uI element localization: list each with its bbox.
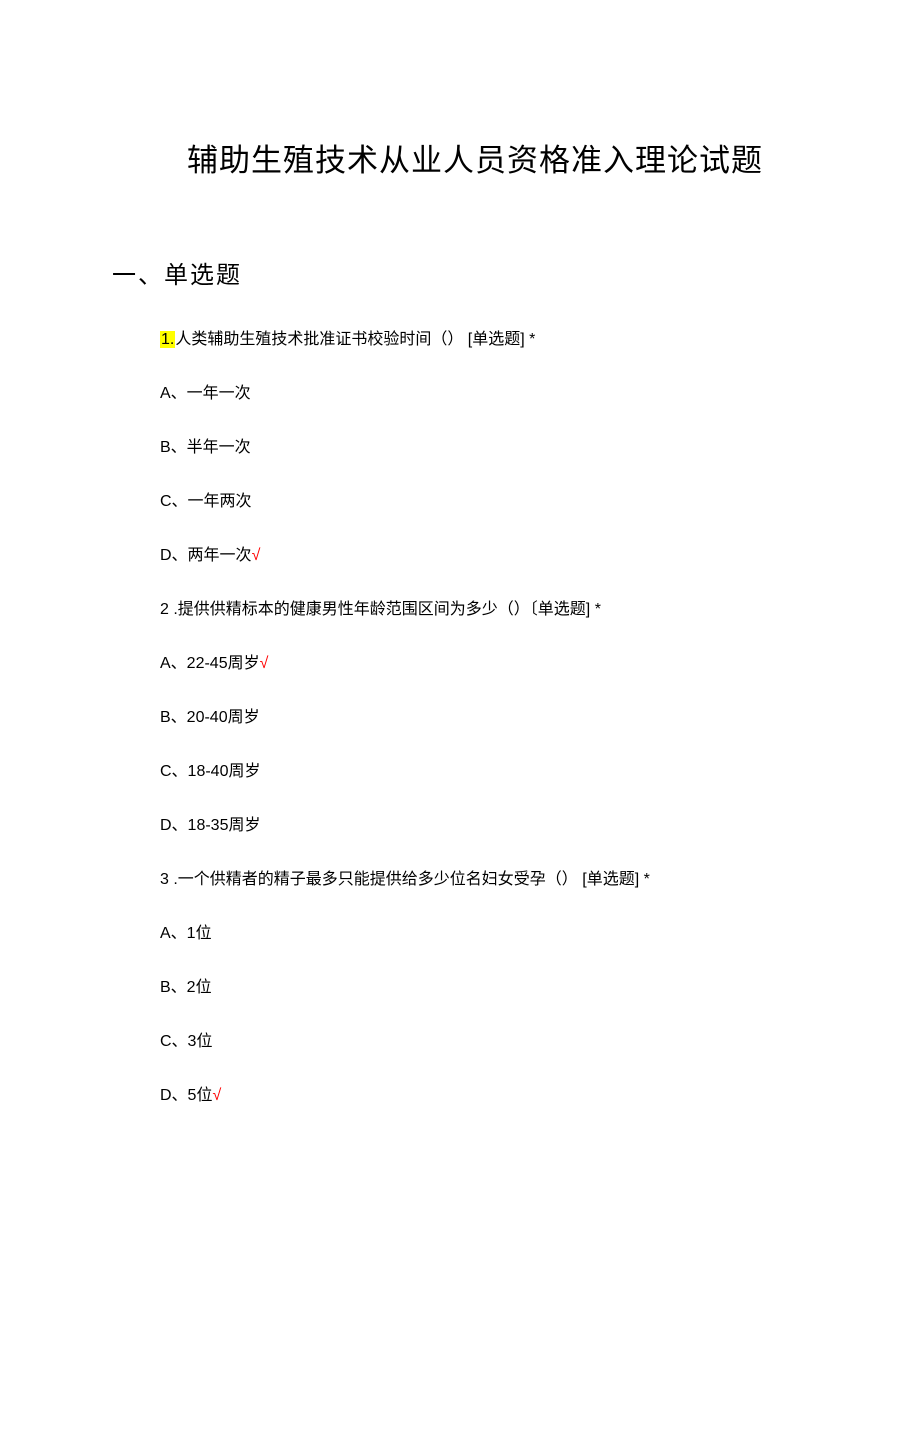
q3-option-d: D、5位√ — [160, 1088, 920, 1104]
q3-option-c: C、3位 — [160, 1034, 920, 1050]
q3-text: .一个供精者的精子最多只能提供给多少位名妇女受孕（） [单选题] * — [169, 871, 650, 888]
q2-number: 2 — [160, 601, 169, 618]
q3-option-b: B、2位 — [160, 980, 920, 996]
q2-option-a-text: A、22-45周岁 — [160, 655, 260, 672]
q2-option-a: A、22-45周岁√ — [160, 656, 920, 672]
q2-text: .提供供精标本的健康男性年龄范围区间为多少（）〔单选题] * — [169, 601, 601, 618]
question-1: 1.人类辅助生殖技术批准证书校验时间（） [单选题] * — [160, 332, 920, 348]
q1-option-d-text: D、两年一次 — [160, 547, 252, 564]
check-icon: √ — [252, 547, 261, 564]
q1-option-a: A、一年一次 — [160, 386, 920, 402]
q3-option-a: A、1位 — [160, 926, 920, 942]
q3-number: 3 — [160, 871, 169, 888]
q1-text: 人类辅助生殖技术批准证书校验时间（） [单选题] * — [175, 331, 535, 348]
question-3: 3 .一个供精者的精子最多只能提供给多少位名妇女受孕（） [单选题] * — [160, 872, 920, 888]
q2-option-d: D、18-35周岁 — [160, 818, 920, 834]
q3-option-d-text: D、5位 — [160, 1087, 212, 1104]
check-icon: √ — [212, 1087, 221, 1104]
page-title: 辅助生殖技术从业人员资格准入理论试题 — [130, 135, 820, 180]
q1-option-b: B、半年一次 — [160, 440, 920, 456]
q1-option-c: C、一年两次 — [160, 494, 920, 510]
question-2: 2 .提供供精标本的健康男性年龄范围区间为多少（）〔单选题] * — [160, 602, 920, 618]
questions-block: 1.人类辅助生殖技术批准证书校验时间（） [单选题] * A、一年一次 B、半年… — [160, 332, 920, 1104]
q2-option-c: C、18-40周岁 — [160, 764, 920, 780]
q1-option-d: D、两年一次√ — [160, 548, 920, 564]
section-heading: 一、单选题 — [112, 255, 920, 290]
q2-option-b: B、20-40周岁 — [160, 710, 920, 726]
check-icon: √ — [260, 655, 269, 672]
q1-number-highlight: 1. — [160, 331, 175, 348]
